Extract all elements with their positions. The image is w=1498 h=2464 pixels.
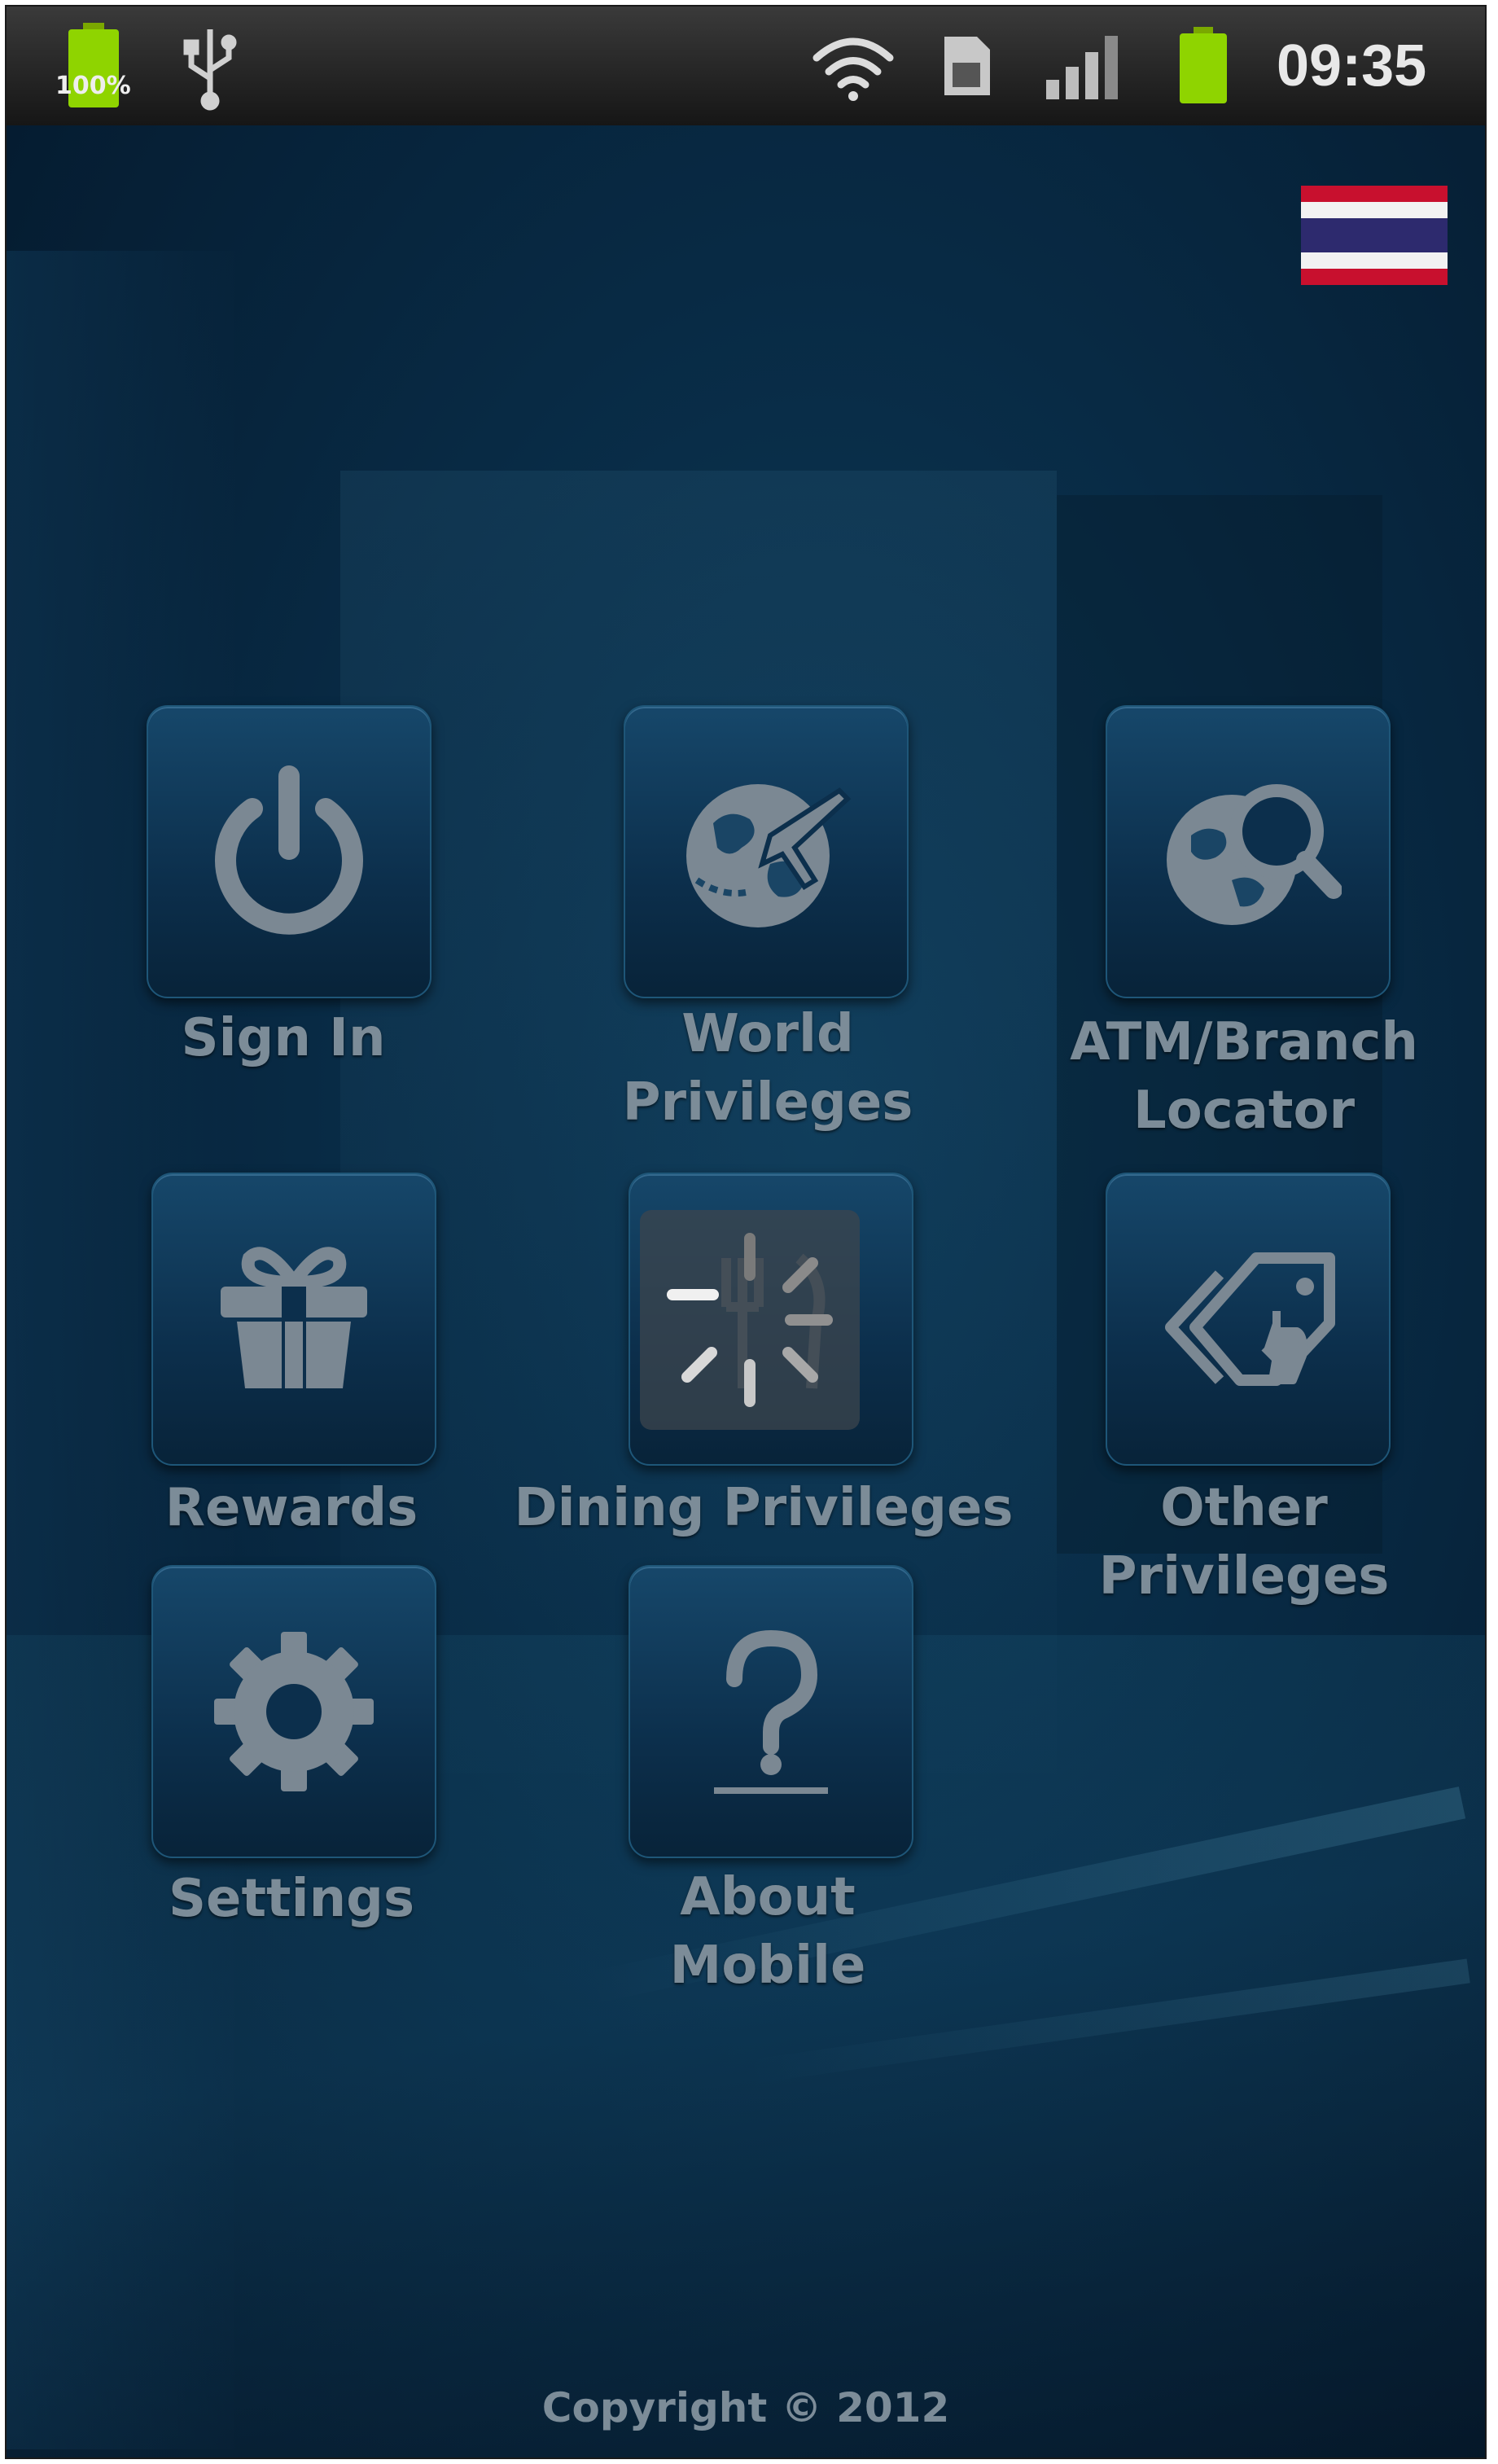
gear-icon (214, 1632, 374, 1791)
usb-icon (177, 7, 243, 125)
about-mobile-button[interactable] (629, 1565, 913, 1858)
copyright-text: Copyright © 2012 (541, 2384, 950, 2431)
signal-icon (1040, 7, 1130, 125)
sim-icon (935, 7, 1000, 125)
atm-branch-locator-button[interactable] (1106, 705, 1391, 998)
world-privileges-button[interactable] (624, 705, 909, 998)
settings-label: Settings (168, 1869, 415, 1929)
rewards-label: Rewards (164, 1478, 418, 1538)
power-icon (215, 765, 363, 935)
world-privileges-label: World Privileges (622, 1004, 913, 1133)
globe-plane-icon (686, 784, 852, 927)
sign-in-label: Sign In (181, 1008, 386, 1068)
tag-icon (1165, 1252, 1335, 1386)
globe-search-icon (1167, 784, 1342, 925)
question-icon (714, 1629, 828, 1794)
status-time: 09:35 (1277, 33, 1427, 99)
wifi-icon (804, 7, 902, 125)
loading-spinner (640, 1210, 860, 1430)
about-mobile-label: About Mobile (669, 1867, 866, 1996)
sign-in-button[interactable] (147, 705, 431, 998)
phone-screen: 100% 09:35 Sign In World Privileges ATM/… (5, 5, 1487, 2459)
status-bar: 100% 09:35 (7, 7, 1485, 125)
battery-percent-label: 100% (55, 72, 131, 100)
other-privileges-button[interactable] (1106, 1173, 1391, 1466)
battery-icon: 100% (49, 7, 138, 125)
atm-branch-locator-label: ATM/Branch Locator (1070, 1012, 1418, 1141)
thai-flag-icon[interactable] (1301, 186, 1448, 285)
settings-button[interactable] (151, 1565, 436, 1858)
battery-icon (1163, 7, 1244, 125)
rewards-button[interactable] (151, 1173, 436, 1466)
gift-icon (221, 1247, 367, 1388)
other-privileges-label: Other Privileges (1098, 1478, 1390, 1607)
dining-privileges-label: Dining Privileges (514, 1478, 1014, 1538)
